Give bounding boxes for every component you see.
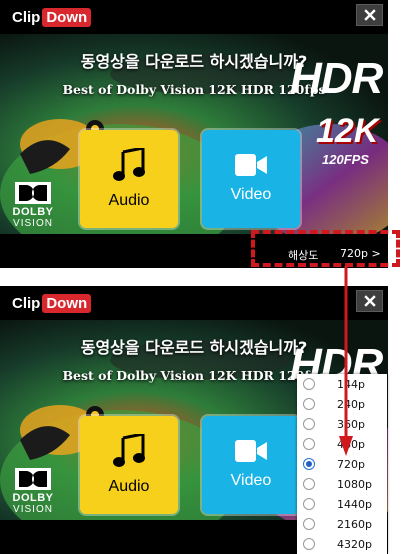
video-download-button[interactable]: Video: [202, 416, 300, 514]
app-logo: Clip Down: [12, 293, 92, 313]
logo-down-badge: Down: [42, 293, 92, 313]
title-bar: Clip Down: [0, 0, 388, 34]
audio-download-button[interactable]: Audio: [80, 130, 178, 228]
resolution-option-label: 1080p: [337, 478, 372, 491]
music-note-icon: [113, 434, 145, 467]
video-thumbnail: 동영상을 다운로드 하시겠습니까? Best of Dolby Vision 1…: [0, 34, 388, 234]
dialog-window: Clip Down 동영상을 다운로드 하시겠습니까? Best of Dolb…: [0, 0, 388, 268]
dolby-logo-icon: [15, 182, 51, 204]
app-logo: Clip Down: [12, 7, 92, 27]
radio-icon[interactable]: [303, 518, 315, 530]
resolution-option[interactable]: 720p: [297, 454, 387, 474]
resolution-option-label: 4320p: [337, 538, 372, 551]
radio-icon[interactable]: [303, 498, 315, 510]
radio-icon[interactable]: [303, 458, 315, 470]
resolution-option-label: 2160p: [337, 518, 372, 531]
audio-label: Audio: [108, 478, 150, 495]
dolby-word: DOLBY: [12, 206, 54, 218]
video-download-button[interactable]: Video: [202, 130, 300, 228]
annotation-arrow: [339, 266, 353, 456]
resolution-option[interactable]: 1080p: [297, 474, 387, 494]
audio-label: Audio: [108, 192, 150, 209]
video-label: Video: [230, 186, 272, 203]
logo-down-badge: Down: [42, 7, 92, 27]
resolution-option-label: 720p: [337, 458, 365, 471]
radio-icon[interactable]: [303, 398, 315, 410]
close-button[interactable]: [356, 4, 383, 26]
video-camera-icon: [235, 154, 267, 176]
radio-icon[interactable]: [303, 418, 315, 430]
video-label: Video: [230, 472, 272, 489]
resolution-option-label: 1440p: [337, 498, 372, 511]
resolution-option[interactable]: 4320p: [297, 534, 387, 554]
resolution-badge: 12K: [316, 112, 379, 150]
resolution-option[interactable]: 2160p: [297, 514, 387, 534]
logo-clip-text: Clip: [12, 294, 41, 312]
dolby-sub: VISION: [13, 504, 53, 515]
dolby-sub: VISION: [13, 218, 53, 229]
dolby-logo-icon: [15, 468, 51, 490]
close-icon: [363, 295, 376, 307]
dolby-vision-logo: DOLBY VISION: [8, 182, 58, 229]
radio-icon[interactable]: [303, 478, 315, 490]
hdr-badge: HDR: [290, 54, 383, 103]
radio-icon[interactable]: [303, 438, 315, 450]
video-camera-icon: [235, 440, 267, 462]
logo-clip-text: Clip: [12, 8, 41, 26]
close-button[interactable]: [356, 290, 383, 312]
close-icon: [363, 9, 376, 21]
fps-badge: 120FPS: [322, 152, 369, 167]
resolution-highlight: [251, 230, 400, 267]
audio-download-button[interactable]: Audio: [80, 416, 178, 514]
dolby-vision-logo: DOLBY VISION: [8, 468, 58, 515]
title-bar: Clip Down: [0, 286, 388, 320]
radio-icon[interactable]: [303, 378, 315, 390]
resolution-option[interactable]: 1440p: [297, 494, 387, 514]
radio-icon[interactable]: [303, 538, 315, 550]
music-note-icon: [113, 148, 145, 181]
dolby-word: DOLBY: [12, 492, 54, 504]
